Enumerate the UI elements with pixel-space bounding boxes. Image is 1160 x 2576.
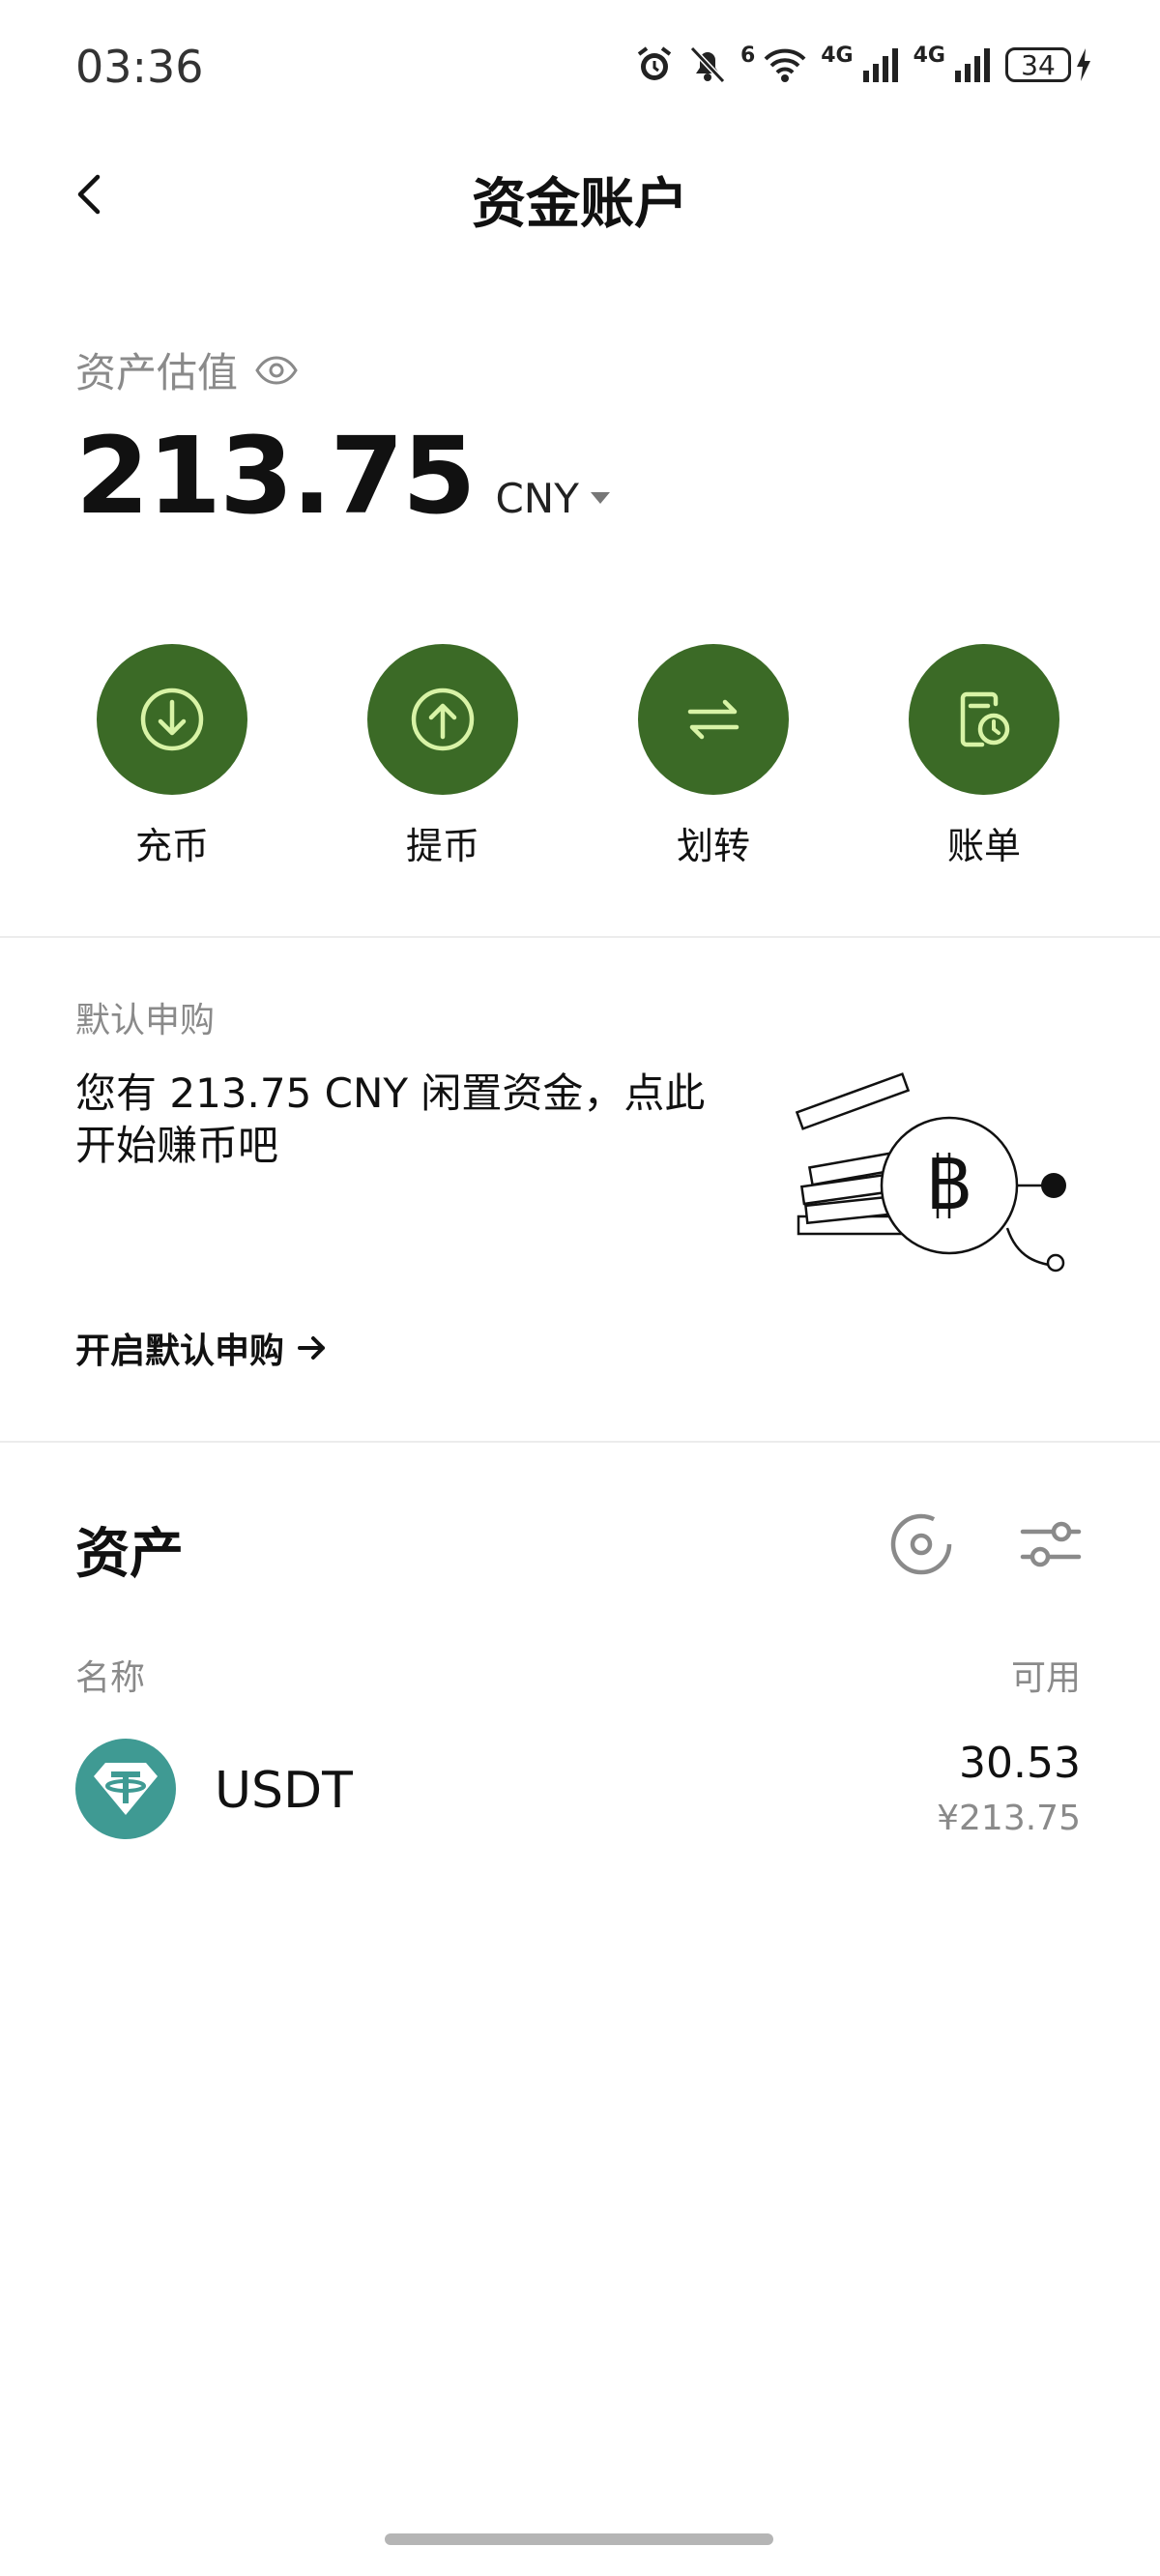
wifi-badge: 6 — [740, 43, 756, 68]
status-time: 03:36 — [75, 41, 204, 93]
bitcoin-coins-illustration: B — [793, 1064, 1083, 1290]
allocation-chart-button[interactable] — [887, 1510, 955, 1578]
asset-fiat-value: ¥213.75 — [937, 1799, 1081, 1838]
asset-estimate-label: 资产估值 — [75, 349, 239, 396]
asset-estimate-label-row: 资产估值 — [75, 340, 298, 399]
bill-button[interactable]: 账单 — [887, 644, 1081, 869]
page-title: 资金账户 — [472, 173, 688, 236]
promo-kicker: 默认申购 — [75, 1001, 216, 1040]
currency-label: CNY — [495, 475, 579, 522]
asset-total-amount: 213.75 — [75, 414, 476, 538]
enable-default-subscribe-link[interactable]: 开启默认申购 — [75, 1323, 327, 1373]
transfer-label: 划转 — [676, 825, 750, 867]
network-type-1: 4G — [821, 43, 854, 68]
caret-down-icon — [590, 491, 610, 504]
donut-chart-icon — [890, 1513, 952, 1575]
withdraw-label: 提币 — [405, 825, 479, 867]
column-header-name: 名称 — [75, 1658, 146, 1698]
column-header-available: 可用 — [1010, 1658, 1081, 1698]
filter-button[interactable] — [1017, 1510, 1085, 1578]
battery-level: 34 — [1005, 47, 1071, 82]
withdraw-circle — [367, 644, 518, 795]
asset-available-amount: 30.53 — [959, 1739, 1081, 1788]
bill-icon — [960, 691, 1010, 747]
deposit-circle — [97, 644, 247, 795]
deposit-icon — [140, 688, 204, 751]
transfer-icon — [687, 699, 740, 740]
battery-icon: 34 — [1005, 47, 1092, 82]
deposit-button[interactable]: 充币 — [75, 644, 269, 869]
sliders-icon — [1020, 1521, 1082, 1567]
home-indicator[interactable] — [385, 2533, 773, 2545]
network-type-2: 4G — [913, 43, 945, 68]
bill-circle — [909, 644, 1059, 795]
deposit-label: 充币 — [134, 825, 209, 867]
asset-row-usdt[interactable]: USDT 30.53 ¥213.75 — [0, 1731, 1160, 1847]
status-icons: 6 4G 4G 34 — [634, 44, 1092, 85]
back-button[interactable] — [62, 161, 116, 228]
wifi-icon — [764, 48, 806, 82]
bill-label: 账单 — [946, 825, 1021, 867]
asset-estimate-value: 213.75 CNY — [75, 414, 610, 538]
transfer-circle — [638, 644, 789, 795]
eye-icon[interactable] — [255, 355, 298, 385]
signal-icon — [955, 48, 990, 82]
signal-icon — [862, 48, 898, 82]
withdraw-button[interactable]: 提币 — [346, 644, 539, 869]
withdraw-icon — [411, 688, 475, 751]
section-divider — [0, 936, 1160, 938]
asset-name: USDT — [215, 1762, 353, 1820]
charging-icon — [1077, 48, 1090, 81]
section-divider — [0, 1441, 1160, 1443]
arrow-right-icon — [298, 1336, 326, 1360]
promo-text: 您有 213.75 CNY 闲置资金，点此开始赚币吧 — [75, 1069, 706, 1169]
alarm-icon — [637, 46, 672, 80]
usdt-logo-icon — [75, 1739, 176, 1839]
assets-title: 资产 — [75, 1523, 184, 1586]
mute-bell-icon — [689, 45, 726, 84]
promo-link-label: 开启默认申购 — [75, 1332, 285, 1371]
chevron-left-icon — [77, 174, 101, 215]
currency-selector[interactable]: CNY — [495, 475, 610, 522]
transfer-button[interactable]: 划转 — [617, 644, 810, 869]
